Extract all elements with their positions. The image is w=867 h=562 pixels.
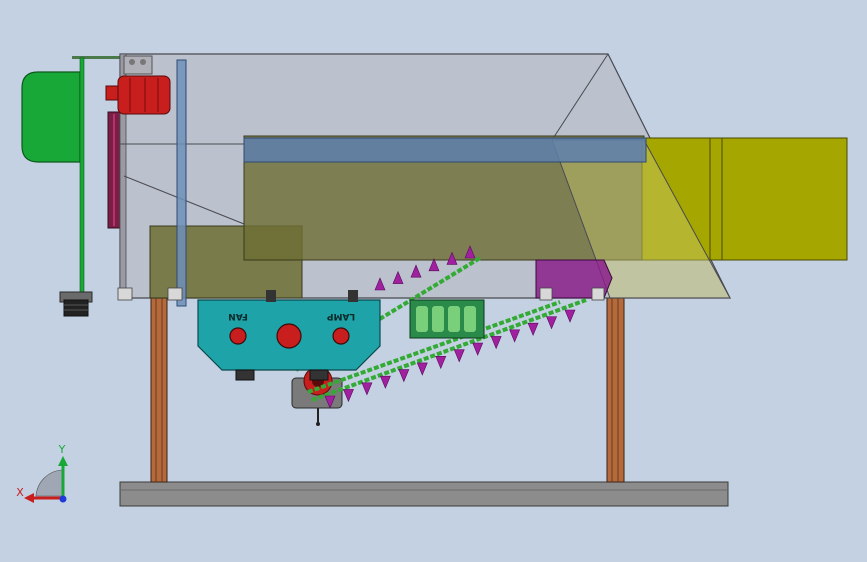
assembly-drawing: FAN LAMP Y X <box>16 53 848 507</box>
chain-tooth <box>398 369 410 383</box>
chain-tooth <box>546 316 557 330</box>
left-leg <box>150 297 168 483</box>
chain-tooth <box>472 342 484 356</box>
right-leg <box>606 297 625 483</box>
base-rail <box>119 481 729 507</box>
cad-viewport[interactable]: FAN LAMP Y X <box>0 0 867 562</box>
chain-tooth <box>361 382 373 396</box>
lamp-switch[interactable] <box>332 327 350 345</box>
fan-switch[interactable] <box>229 327 247 345</box>
chain-tooth <box>564 309 576 323</box>
chain-tooth <box>453 349 465 363</box>
chain-tooth <box>379 375 391 389</box>
chain-tooth <box>527 322 539 337</box>
coordinate-triad <box>24 456 68 503</box>
chain-tooth <box>490 336 502 350</box>
y-axis-label: Y <box>58 443 66 456</box>
lamp-label: LAMP <box>326 311 355 321</box>
chain-tooth <box>435 356 447 370</box>
main-power-button[interactable] <box>276 323 302 349</box>
chain-tooth <box>343 389 354 403</box>
fan-label: FAN <box>228 311 248 321</box>
x-axis-label: X <box>16 486 24 499</box>
green-roller <box>409 299 485 339</box>
blue-post <box>176 59 187 307</box>
blue-crossbar <box>243 137 647 163</box>
chain-tooth <box>416 362 428 376</box>
chain-tooth <box>509 329 521 343</box>
